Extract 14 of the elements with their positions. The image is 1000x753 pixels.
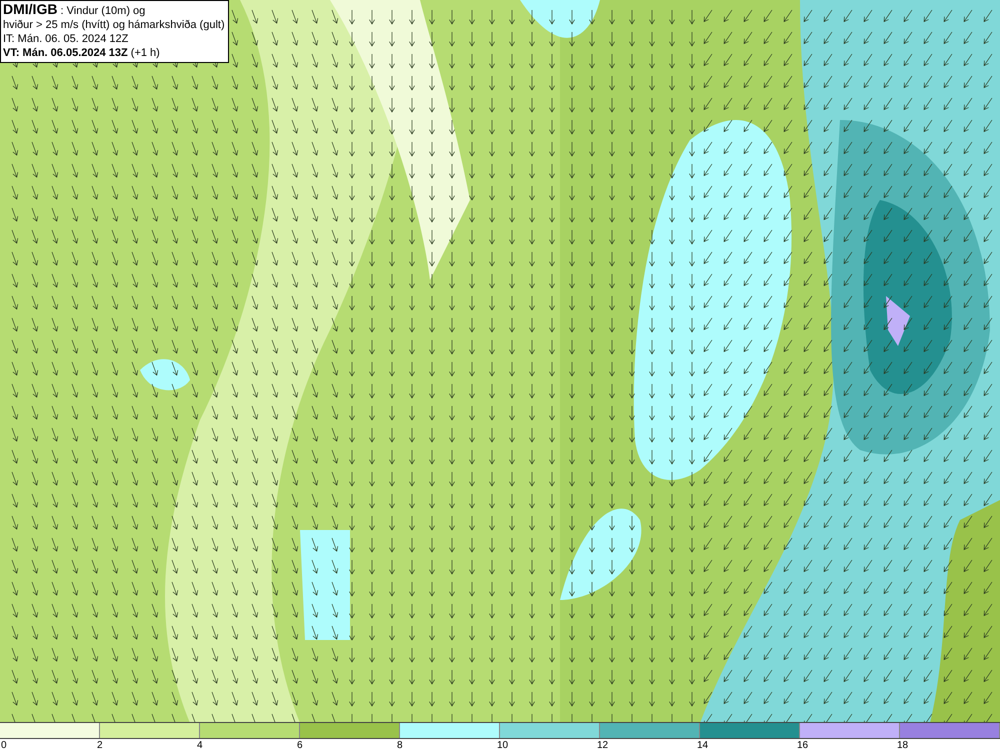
caption-line: DMI/IGB : Vindur (10m) og	[3, 2, 146, 18]
legend-tick-label: 0	[1, 739, 7, 753]
legend-tick-label: 2	[97, 739, 103, 753]
caption-line: IT: Mán. 06. 05. 2024 12Z	[3, 32, 130, 46]
caption-line: VT: Mán. 06.05.2024 13Z (+1 h)	[3, 46, 161, 60]
legend-tick-label: 18	[897, 739, 908, 753]
legend-tick-label: 16	[797, 739, 808, 753]
legend-tick-label: 6	[297, 739, 303, 753]
legend-tick-label: 12	[597, 739, 608, 753]
legend-tick-label: 8	[397, 739, 403, 753]
legend-tick-label: 10	[497, 739, 508, 753]
legend-tick-label: 14	[697, 739, 708, 753]
caption-line: hviður > 25 m/s (hvítt) og hámarkshviða (gult)	[3, 18, 225, 32]
legend-tick-label: 4	[197, 739, 203, 753]
